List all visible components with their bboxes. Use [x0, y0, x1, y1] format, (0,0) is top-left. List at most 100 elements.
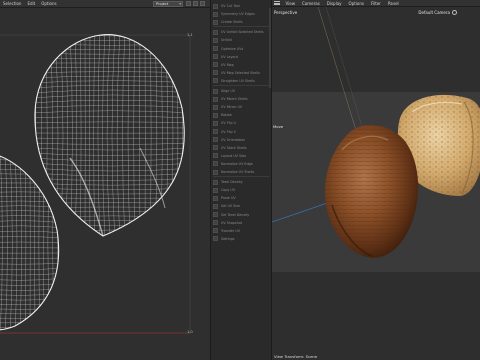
tool-icon — [213, 137, 218, 143]
toolkit-item[interactable]: UV Stack Shells — [213, 145, 269, 151]
toolkit-separator — [213, 85, 269, 86]
toolkit-item-label: UV Flip U — [221, 121, 236, 126]
projection-dropdown-value: Project — [156, 2, 169, 6]
uv-canvas[interactable] — [0, 8, 210, 360]
toolkit-item-label: UV Mirror UV — [221, 105, 243, 110]
tool-icon — [213, 54, 218, 60]
viewport-scene[interactable] — [272, 0, 480, 360]
shaded-toggle-icon[interactable] — [193, 1, 198, 6]
toolkit-item[interactable]: Set Texel Density — [213, 212, 269, 218]
tool-icon — [213, 70, 218, 76]
toolkit-item-label: Set UV Size — [221, 204, 240, 209]
tool-icon — [213, 112, 218, 118]
menu-filter[interactable]: Filter — [367, 1, 384, 6]
tool-icon — [213, 129, 218, 134]
toolkit-item-label: UV Flip V — [221, 129, 236, 134]
toolkit-item-label: Create Shells — [221, 20, 243, 25]
panel-menu-icon[interactable] — [274, 1, 280, 5]
toolkit-item[interactable]: UV Map Selected Shells — [213, 70, 269, 76]
menu-display[interactable]: Display — [323, 1, 345, 6]
toolkit-item[interactable]: UV Layout — [213, 54, 269, 60]
toolkit-item[interactable]: UV Flip V — [213, 129, 269, 135]
toolkit-item-label: UV Unfold Selected Shells — [221, 30, 264, 35]
tool-icon — [213, 11, 218, 17]
checker-toggle-icon[interactable] — [200, 1, 205, 6]
toolkit-item-label: Normalize UV Shells — [221, 170, 255, 174]
move-tool-label: Move — [273, 124, 284, 129]
tool-icon — [213, 62, 218, 68]
tool-icon — [213, 37, 218, 43]
toolkit-item[interactable]: Symmetry UV Edges — [213, 11, 269, 17]
toolkit-item[interactable]: Paste UV — [213, 195, 269, 201]
menu-panel[interactable]: Panel — [384, 1, 402, 6]
tool-icon — [213, 212, 218, 217]
toolkit-item[interactable]: UV Map — [213, 62, 269, 68]
menu-edit[interactable]: Edit — [24, 1, 38, 6]
uv-toolkit-panel: UV Cut Tool Symmetry UV Edges Create Shell… — [210, 0, 272, 360]
tool-icon — [213, 169, 218, 175]
toolkit-item-label: Align UV — [221, 89, 235, 93]
toolkit-item[interactable]: Transfer UV — [213, 228, 269, 234]
toolkit-item[interactable]: Set UV Size — [213, 203, 269, 209]
uv-corner-top-right: 1,1 — [187, 33, 193, 37]
toolkit-item[interactable]: Create Shells — [213, 19, 269, 25]
uv-shell-a-border[interactable] — [34, 34, 185, 237]
default-camera-label[interactable]: Default Camera — [418, 10, 450, 15]
tool-icon — [213, 104, 218, 110]
toolkit-item[interactable]: Normalize UV Shells — [213, 169, 269, 175]
tool-icon — [213, 187, 218, 193]
toolkit-item-label: UV Snapshot — [221, 220, 243, 225]
toolkit-item[interactable]: Settings — [213, 236, 269, 242]
toolkit-item-label: Optimize UVs — [221, 46, 244, 51]
toolkit-item[interactable]: Copy UV — [213, 187, 269, 193]
toolkit-item[interactable]: UV Orientation — [213, 137, 269, 143]
toolkit-item[interactable]: Normalize UV Edge — [213, 161, 269, 167]
toolkit-item-label: UV Map — [221, 62, 234, 67]
tool-icon — [213, 145, 218, 151]
toolkit-item[interactable]: UV Cut Tool — [213, 3, 269, 9]
tool-icon — [213, 120, 218, 126]
toolkit-separator — [213, 176, 269, 178]
toolkit-item[interactable]: Unfold — [213, 37, 269, 43]
toolkit-item-label: UV Cut Tool — [221, 4, 240, 8]
toolkit-item[interactable]: Align UV — [213, 88, 269, 94]
projection-dropdown[interactable]: Project ▾ — [153, 1, 183, 7]
toolkit-item-label: Normalize UV Edge — [221, 161, 253, 166]
toolkit-item[interactable]: Optimize UVs — [213, 46, 269, 52]
toolkit-item-label: UV Layout — [221, 54, 238, 59]
menu-cameras[interactable]: Cameras — [299, 1, 324, 6]
tool-icon — [213, 161, 218, 167]
toolkit-item[interactable]: UV Snapshot — [213, 220, 269, 226]
toolkit-item-label: UV Orientation — [221, 137, 246, 142]
toolkit-scrollbar[interactable] — [269, 8, 271, 88]
toolkit-item[interactable]: Rotate — [213, 112, 269, 118]
viewport-camera-label: Perspective — [274, 10, 298, 15]
toolkit-item[interactable]: UV Match Shells — [213, 96, 269, 102]
tool-icon — [213, 46, 218, 51]
tool-icon — [213, 153, 218, 159]
toolkit-item[interactable]: UV Mirror UV — [213, 104, 269, 110]
tool-icon — [213, 78, 218, 84]
toolkit-separator — [213, 26, 269, 28]
toolkit-item-label: Texel Density — [221, 180, 243, 185]
menu-options[interactable]: Options — [38, 1, 59, 6]
menu-options[interactable]: Options — [345, 1, 367, 6]
perspective-viewport[interactable]: View Cameras Display Options Filter Pane… — [272, 0, 480, 360]
tool-icon — [213, 96, 218, 102]
camera-icon[interactable] — [452, 10, 457, 15]
toolkit-item[interactable]: Layout UV Sets — [213, 153, 269, 159]
toolkit-item-label: Copy UV — [221, 188, 236, 193]
toolkit-item-label: Paste UV — [221, 196, 236, 201]
toolkit-item-label: Transfer UV — [221, 228, 240, 233]
grid-toggle-icon[interactable] — [186, 1, 191, 6]
toolkit-item[interactable]: Straighten UV Shells — [213, 78, 269, 84]
uv-corner-bottom-right: 1,0 — [187, 330, 193, 334]
toolkit-item[interactable]: Texel Density — [213, 179, 269, 185]
menu-view[interactable]: View — [282, 1, 299, 6]
toolkit-item[interactable]: UV Flip U — [213, 120, 269, 126]
menu-selection[interactable]: Selection — [0, 1, 24, 6]
chevron-down-icon: ▾ — [179, 2, 181, 6]
uv-editor-panel: Selection Edit Options Project ▾ 1,1 1,0 — [0, 0, 210, 360]
toolkit-item[interactable]: UV Unfold Selected Shells — [213, 29, 269, 35]
viewport-menubar: View Cameras Display Options Filter Pane… — [272, 0, 480, 7]
